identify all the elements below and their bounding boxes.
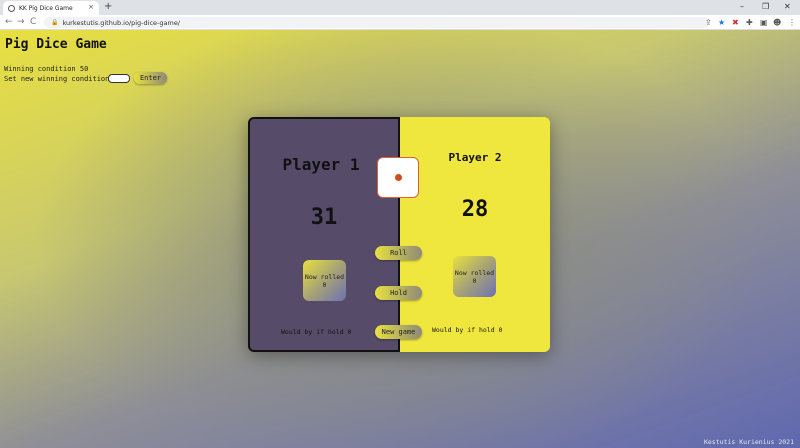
player2-now-rolled-label: Now rolled: [454, 268, 495, 277]
player2-name: Player 2: [448, 151, 502, 164]
browser-tab[interactable]: KK Pig Dice Game ×: [3, 1, 99, 15]
player1-now-rolled: Now rolled 0: [303, 260, 346, 301]
die: [377, 157, 419, 198]
hold-button[interactable]: Hold: [375, 286, 422, 300]
player2-now-rolled-value: 0: [472, 276, 477, 285]
sidebar-icon[interactable]: ▣: [760, 17, 768, 28]
player2-would-be-if-hold: Would by if hold 0: [432, 326, 503, 334]
avatar[interactable]: ☻: [773, 17, 781, 28]
browser-tab-bar: KK Pig Dice Game × + – ❐ ✕: [0, 0, 800, 15]
lock-icon: 🔒: [51, 19, 59, 26]
player1-name: Player 1: [282, 155, 360, 174]
share-icon[interactable]: ⇪: [705, 17, 712, 28]
credit-text: Kestutis Kurienius 2021: [703, 438, 794, 446]
minimize-button[interactable]: –: [740, 1, 744, 13]
address-bar[interactable]: 🔒 kurkestutis.github.io/pig-dice-game/: [44, 17, 709, 28]
puzzle-icon[interactable]: ✚: [746, 17, 753, 28]
forward-button[interactable]: →: [17, 16, 25, 28]
player2-score: 28: [461, 197, 489, 222]
game-board: Player 1 31 Now rolled 0 Would by if hol…: [248, 117, 550, 352]
player2-now-rolled: Now rolled 0: [453, 256, 496, 297]
player1-now-rolled-label: Now rolled: [304, 272, 345, 281]
player1-score: 31: [310, 205, 338, 230]
player1-would-be-if-hold: Would by if hold 0: [281, 328, 352, 336]
browser-toolbar: ← → C 🔒 kurkestutis.github.io/pig-dice-g…: [0, 15, 800, 30]
player1-panel: Player 1 31 Now rolled 0 Would by if hol…: [248, 117, 400, 352]
extension-icon[interactable]: ✖: [732, 17, 739, 28]
menu-icon[interactable]: ⋮: [788, 17, 796, 28]
reload-button[interactable]: C: [30, 16, 36, 28]
tab-title: KK Pig Dice Game: [19, 4, 73, 12]
new-game-button[interactable]: New game: [375, 325, 422, 339]
die-pip: [395, 174, 402, 181]
new-tab-button[interactable]: +: [104, 1, 112, 13]
page-title: Pig Dice Game: [5, 37, 107, 52]
winning-condition-text: Winning condition 50: [4, 65, 89, 73]
globe-icon: [8, 4, 15, 12]
close-window-button[interactable]: ✕: [784, 1, 791, 13]
bookmark-star-icon[interactable]: ★: [718, 17, 725, 28]
player1-now-rolled-value: 0: [322, 280, 327, 289]
enter-button[interactable]: Enter: [134, 72, 167, 84]
tab-close-icon[interactable]: ×: [88, 4, 94, 11]
roll-button[interactable]: Roll: [375, 246, 422, 260]
restore-button[interactable]: ❐: [762, 1, 769, 13]
set-winning-label: Set new winning condition: [4, 75, 110, 83]
player2-panel: Player 2 28 Now rolled 0 Would by if hol…: [400, 117, 550, 352]
back-button[interactable]: ←: [5, 16, 13, 28]
winning-condition-input[interactable]: [108, 74, 130, 83]
url-text: kurkestutis.github.io/pig-dice-game/: [62, 18, 181, 27]
